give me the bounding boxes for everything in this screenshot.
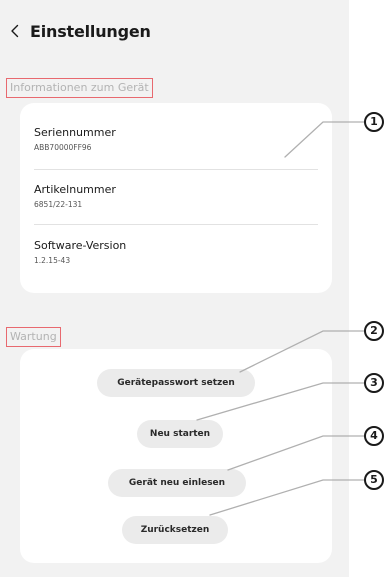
software-version-label: Software-Version — [34, 239, 127, 252]
reread-device-button[interactable]: Gerät neu einlesen — [108, 469, 246, 497]
chevron-left-icon[interactable] — [6, 20, 24, 42]
callout-badge-2: 2 — [364, 321, 384, 341]
section-title-device-info: Informationen zum Gerät — [6, 78, 153, 98]
device-info-card: Seriennummer ABB70000FF96 Artikelnummer … — [20, 103, 332, 293]
set-device-password-button[interactable]: Gerätepasswort setzen — [97, 369, 255, 397]
callout-badge-3: 3 — [364, 373, 384, 393]
callout-badge-4: 4 — [364, 426, 384, 446]
settings-screen: Einstellungen Informationen zum Gerät Se… — [0, 0, 349, 577]
software-version-value: 1.2.15-43 — [34, 256, 71, 265]
software-version-row: Software-Version 1.2.15-43 — [34, 239, 318, 266]
header-bar: Einstellungen — [6, 18, 151, 44]
serial-number-row: Seriennummer ABB70000FF96 — [34, 126, 318, 153]
article-number-value: 6851/22-131 — [34, 200, 83, 209]
serial-number-value: ABB70000FF96 — [34, 143, 92, 152]
divider — [34, 169, 318, 170]
callout-badge-1: 1 — [364, 112, 384, 132]
article-number-row: Artikelnummer 6851/22-131 — [34, 183, 318, 210]
article-number-label: Artikelnummer — [34, 183, 116, 196]
serial-number-label: Seriennummer — [34, 126, 116, 139]
restart-button[interactable]: Neu starten — [137, 420, 223, 448]
section-title-maintenance: Wartung — [6, 327, 61, 347]
reset-button[interactable]: Zurücksetzen — [122, 516, 228, 544]
divider — [34, 224, 318, 225]
maintenance-card: Gerätepasswort setzen Neu starten Gerät … — [20, 349, 332, 563]
callout-badge-5: 5 — [364, 470, 384, 490]
page-title: Einstellungen — [30, 21, 151, 41]
